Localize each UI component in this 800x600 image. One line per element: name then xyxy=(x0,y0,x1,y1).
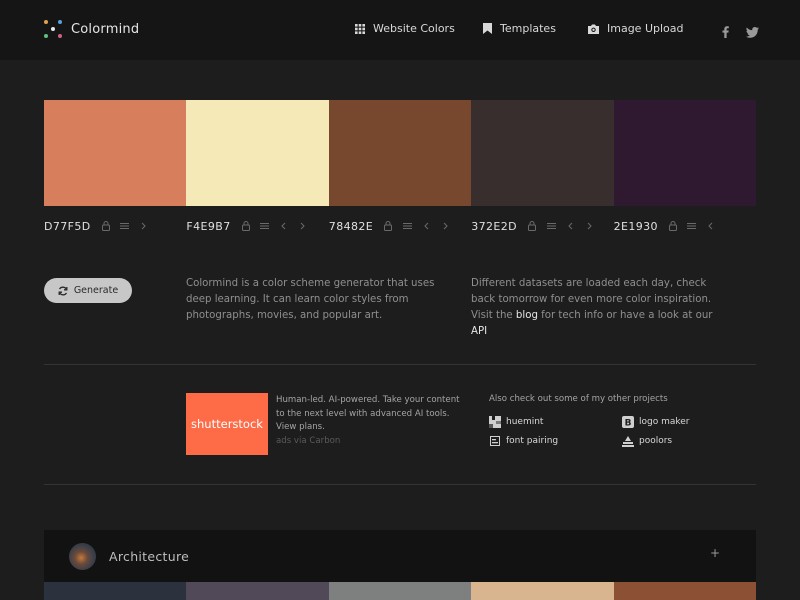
swatch-label-row: D77F5D xyxy=(44,218,158,234)
project-logo-maker[interactable]: B logo maker xyxy=(622,416,690,428)
hex-code[interactable]: D77F5D xyxy=(44,220,91,233)
palette-swatch[interactable] xyxy=(186,100,329,206)
card-swatch xyxy=(471,582,614,600)
architecture-palette-card: Architecture + xyxy=(44,530,756,600)
lock-icon[interactable] xyxy=(101,220,111,232)
project-label: huemint xyxy=(506,417,544,427)
swatch-label-row: F4E9B7 xyxy=(186,218,316,234)
ad-via[interactable]: ads via Carbon xyxy=(276,435,466,449)
palette xyxy=(44,100,756,206)
chevron-right-icon[interactable] xyxy=(584,220,594,232)
adjust-icon[interactable] xyxy=(402,220,412,232)
intro-description: Colormind is a color scheme generator th… xyxy=(186,278,435,321)
nav-image-upload-label: Image Upload xyxy=(607,22,684,35)
swatch-label-row: 78482E xyxy=(329,218,459,234)
lock-icon[interactable] xyxy=(383,220,393,232)
api-link[interactable]: API xyxy=(471,326,487,337)
generate-button[interactable]: Generate xyxy=(44,278,132,303)
generate-label: Generate xyxy=(73,285,119,296)
logo-maker-icon: B xyxy=(622,416,634,428)
svg-text:B: B xyxy=(625,419,632,429)
twitter-link[interactable] xyxy=(746,23,759,42)
card-title: Architecture xyxy=(109,549,190,564)
bookmark-icon xyxy=(483,23,492,34)
hex-code[interactable]: 372E2D xyxy=(471,220,517,233)
grid-icon xyxy=(355,23,365,34)
colormind-logo[interactable]: Colormind xyxy=(44,20,139,38)
project-label: poolors xyxy=(639,436,673,446)
nav-image-upload[interactable]: Image Upload xyxy=(588,22,684,35)
ad-copy: Human-led. AI-powered. Take your content… xyxy=(276,395,460,432)
project-label: logo maker xyxy=(639,417,690,427)
hex-code[interactable]: 78482E xyxy=(329,220,373,233)
adjust-icon[interactable] xyxy=(546,220,556,232)
nav-templates[interactable]: Templates xyxy=(483,22,556,35)
chevron-right-icon[interactable] xyxy=(139,220,149,232)
camera-icon xyxy=(588,24,599,34)
chevron-right-icon[interactable] xyxy=(298,220,308,232)
card-swatch xyxy=(186,582,329,600)
chevron-left-icon[interactable] xyxy=(706,220,716,232)
palette-swatch[interactable] xyxy=(328,100,472,206)
ad-brand: shutterstock xyxy=(191,417,263,431)
chevron-left-icon[interactable] xyxy=(565,220,575,232)
nav-website-colors[interactable]: Website Colors xyxy=(355,22,455,35)
chevron-right-icon[interactable] xyxy=(440,220,450,232)
project-huemint[interactable]: huemint xyxy=(489,416,543,428)
datasets-text-2: for tech info or have a look at our xyxy=(541,310,713,321)
palette-swatch[interactable] xyxy=(44,100,187,206)
nav-website-colors-label: Website Colors xyxy=(373,22,455,35)
font-pairing-icon xyxy=(489,435,501,447)
datasets-description: Different datasets are loaded each day, … xyxy=(471,276,731,340)
palette-swatch[interactable] xyxy=(471,100,614,206)
lock-icon[interactable] xyxy=(668,220,678,232)
card-header[interactable]: Architecture + xyxy=(44,530,756,582)
ad-text[interactable]: Human-led. AI-powered. Take your content… xyxy=(276,394,466,448)
top-header: Colormind Website Colors Templates Image… xyxy=(0,0,800,60)
colormind-logo-icon xyxy=(44,20,62,38)
card-swatch xyxy=(613,582,756,600)
palette-labels: D77F5D F4E9B7 78482E 372E2D 2E1930 xyxy=(44,218,756,234)
blog-link[interactable]: blog xyxy=(516,310,538,321)
chevron-left-icon[interactable] xyxy=(279,220,289,232)
facebook-icon xyxy=(722,26,729,38)
expand-plus-icon[interactable]: + xyxy=(710,546,720,560)
twitter-icon xyxy=(746,27,759,38)
card-swatch xyxy=(328,582,472,600)
card-swatch xyxy=(44,582,187,600)
chevron-left-icon[interactable] xyxy=(421,220,431,232)
adjust-icon[interactable] xyxy=(687,220,697,232)
project-poolors[interactable]: poolors xyxy=(622,435,672,447)
hex-code[interactable]: 2E1930 xyxy=(614,220,658,233)
adjust-icon[interactable] xyxy=(260,220,270,232)
lock-icon[interactable] xyxy=(241,220,251,232)
hex-code[interactable]: F4E9B7 xyxy=(186,220,230,233)
lock-icon[interactable] xyxy=(527,220,537,232)
ad-image[interactable]: shutterstock xyxy=(186,393,268,455)
facebook-link[interactable] xyxy=(722,23,729,42)
architecture-avatar xyxy=(69,543,96,570)
project-font-pairing[interactable]: font pairing xyxy=(489,435,558,447)
adjust-icon[interactable] xyxy=(120,220,130,232)
divider xyxy=(44,364,756,365)
swatch-label-row: 2E1930 xyxy=(614,218,725,234)
divider xyxy=(44,484,756,485)
other-projects-title: Also check out some of my other projects xyxy=(489,394,668,404)
project-label: font pairing xyxy=(506,436,559,446)
brand-name: Colormind xyxy=(71,21,140,37)
palette-swatch[interactable] xyxy=(613,100,756,206)
swatch-label-row: 372E2D xyxy=(471,218,603,234)
poolors-icon xyxy=(622,435,634,447)
refresh-icon xyxy=(58,286,68,295)
huemint-icon xyxy=(489,416,501,428)
card-palette[interactable] xyxy=(44,582,756,600)
nav-templates-label: Templates xyxy=(500,22,556,35)
